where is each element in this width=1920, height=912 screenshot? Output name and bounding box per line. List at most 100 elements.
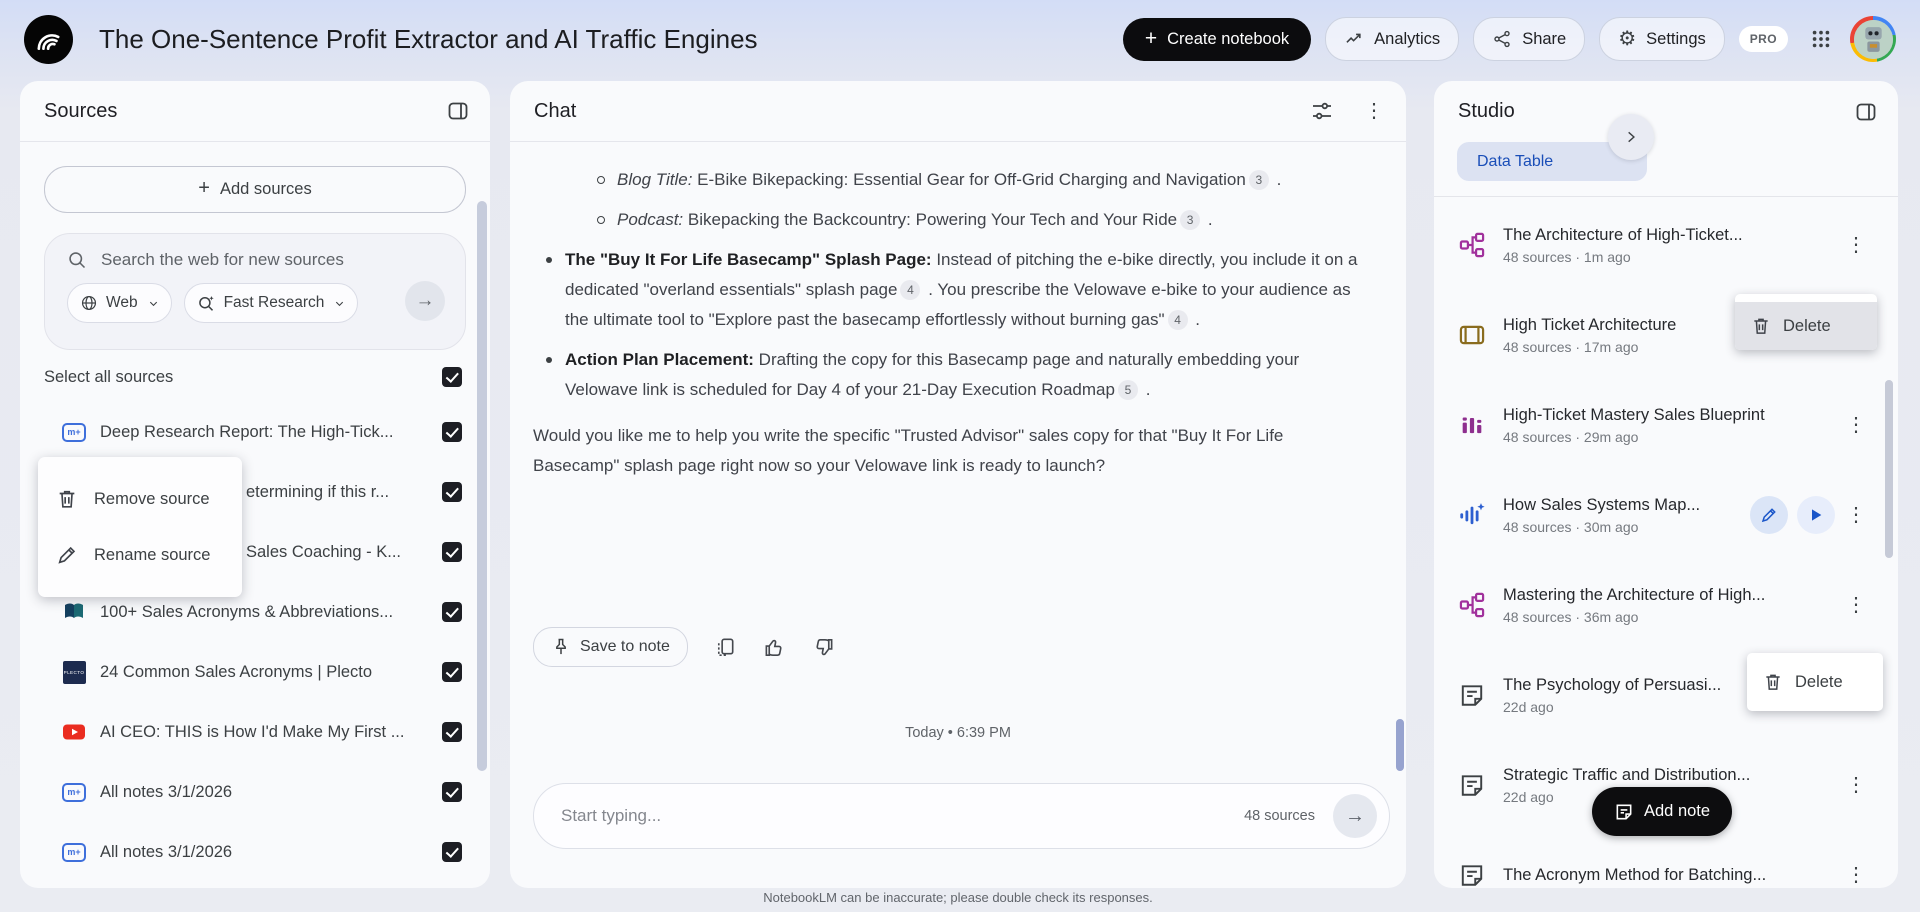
apps-grid-icon[interactable] bbox=[1810, 28, 1832, 50]
plus-icon: + bbox=[198, 177, 210, 200]
edit-artifact-button[interactable] bbox=[1750, 496, 1788, 534]
source-checkbox[interactable] bbox=[442, 602, 462, 622]
notebooklm-logo-icon[interactable] bbox=[24, 15, 73, 64]
studio-artifact-row[interactable]: High-Ticket Mastery Sales Blueprint48 so… bbox=[1434, 380, 1898, 470]
add-sources-button[interactable]: + Add sources bbox=[44, 166, 466, 213]
citation-badge[interactable]: 3 bbox=[1180, 210, 1200, 230]
studio-artifact-row[interactable]: Mastering the Architecture of High...48 … bbox=[1434, 560, 1898, 650]
delete-menu-item[interactable]: Delete bbox=[1735, 302, 1877, 350]
trash-icon bbox=[56, 488, 78, 510]
source-checkbox[interactable] bbox=[442, 722, 462, 742]
chat-panel-title: Chat bbox=[534, 100, 576, 123]
message-paragraph: Would you like me to help you write the … bbox=[533, 421, 1370, 481]
settings-button[interactable]: ⚙ Settings bbox=[1599, 17, 1725, 61]
pro-badge: PRO bbox=[1739, 26, 1788, 52]
source-list-item[interactable]: PLECTO 24 Common Sales Acronyms | Plecto bbox=[20, 642, 490, 702]
plus-icon: + bbox=[1145, 28, 1157, 49]
artifact-more-menu-icon[interactable]: ⋮ bbox=[1844, 235, 1868, 255]
sources-panel-title: Sources bbox=[44, 100, 117, 123]
web-chip-label: Web bbox=[106, 294, 138, 312]
search-input[interactable]: Search the web for new sources bbox=[45, 234, 465, 270]
web-source-dropdown[interactable]: Web bbox=[67, 283, 172, 323]
collapse-panel-icon[interactable] bbox=[446, 99, 470, 123]
artifact-text: How Sales Systems Map...48 sources · 30m… bbox=[1503, 496, 1742, 535]
scroll-chips-button[interactable] bbox=[1608, 114, 1654, 160]
chat-more-menu-icon[interactable]: ⋮ bbox=[1362, 101, 1386, 121]
artifact-title: High-Ticket Mastery Sales Blueprint bbox=[1503, 406, 1836, 425]
source-checkbox[interactable] bbox=[442, 542, 462, 562]
message-text: . bbox=[1203, 210, 1212, 229]
source-checkbox[interactable] bbox=[442, 422, 462, 442]
search-submit-button[interactable]: → bbox=[405, 281, 445, 321]
research-mode-dropdown[interactable]: Fast Research bbox=[184, 283, 359, 323]
artifact-more-menu-icon[interactable]: ⋮ bbox=[1844, 415, 1868, 435]
source-checkbox[interactable] bbox=[442, 782, 462, 802]
create-notebook-button[interactable]: + Create notebook bbox=[1123, 18, 1311, 61]
message-text: Action Plan Placement: bbox=[565, 350, 754, 369]
message-text: Bikepacking the Backcountry: Powering Yo… bbox=[683, 210, 1177, 229]
citation-badge[interactable]: 4 bbox=[900, 280, 920, 300]
source-list-item[interactable]: m+Deep Research Report: The High-Tick... bbox=[20, 402, 490, 462]
doc-artifact-icon bbox=[1457, 860, 1487, 888]
message-bullet: Blog Title: E-Bike Bikepacking: Essentia… bbox=[533, 165, 1370, 195]
sources-count: 48 sources bbox=[1244, 808, 1315, 824]
source-checkbox[interactable] bbox=[442, 842, 462, 862]
rename-source-menu-item[interactable]: Rename source bbox=[38, 527, 242, 583]
remove-source-menu-item[interactable]: Remove source bbox=[38, 471, 242, 527]
plecto-source-icon: PLECTO bbox=[62, 660, 86, 684]
source-list-item[interactable]: AI CEO: THIS is How I'd Make My First ..… bbox=[20, 702, 490, 762]
message-text: The "Buy It For Life Basecamp" Splash Pa… bbox=[565, 250, 932, 269]
select-all-row: Select all sources bbox=[44, 357, 462, 397]
share-button[interactable]: Share bbox=[1473, 17, 1585, 61]
analytics-button[interactable]: Analytics bbox=[1325, 17, 1459, 61]
source-title: 24 Common Sales Acronyms | Plecto bbox=[100, 663, 430, 682]
conversation-timestamp: Today • 6:39 PM bbox=[510, 725, 1406, 741]
studio-artifact-row[interactable]: How Sales Systems Map...48 sources · 30m… bbox=[1434, 470, 1898, 560]
artifact-more-menu-icon[interactable]: ⋮ bbox=[1844, 505, 1868, 525]
data-table-chip-label: Data Table bbox=[1477, 153, 1553, 171]
bars-artifact-icon bbox=[1457, 410, 1487, 440]
studio-scrollbar[interactable] bbox=[1885, 380, 1893, 558]
send-button[interactable]: → bbox=[1333, 794, 1377, 838]
play-artifact-button[interactable] bbox=[1797, 496, 1835, 534]
thumbs-up-icon[interactable] bbox=[763, 636, 786, 659]
citation-badge[interactable]: 3 bbox=[1249, 170, 1269, 190]
arrow-right-icon: → bbox=[1345, 805, 1365, 828]
sources-scrollbar[interactable] bbox=[477, 201, 487, 771]
source-title: All notes 3/1/2026 bbox=[100, 783, 430, 802]
copy-icon[interactable] bbox=[714, 636, 737, 659]
artifact-more-menu-icon[interactable]: ⋮ bbox=[1844, 865, 1868, 885]
settings-label: Settings bbox=[1646, 30, 1706, 49]
note-source-icon: m+ bbox=[62, 840, 86, 864]
message-text: Blog Title: bbox=[617, 170, 692, 189]
thumbs-down-icon[interactable] bbox=[812, 636, 835, 659]
message-text: . bbox=[1191, 310, 1200, 329]
citation-badge[interactable]: 4 bbox=[1168, 310, 1188, 330]
source-list-item[interactable]: m+All notes 3/1/2026 bbox=[20, 822, 490, 882]
artifact-title: The Architecture of High-Ticket... bbox=[1503, 226, 1836, 245]
source-checkbox[interactable] bbox=[442, 662, 462, 682]
delete-menu-item[interactable]: Delete bbox=[1747, 658, 1883, 706]
chat-scrollbar[interactable] bbox=[1396, 719, 1404, 771]
add-note-label: Add note bbox=[1644, 802, 1710, 821]
source-list-item[interactable]: m+All notes 3/1/2026 bbox=[20, 762, 490, 822]
message-text: . bbox=[1272, 170, 1281, 189]
select-all-checkbox[interactable] bbox=[442, 367, 462, 387]
add-note-button[interactable]: Add note bbox=[1592, 787, 1732, 836]
studio-artifact-row[interactable]: The Architecture of High-Ticket...48 sou… bbox=[1434, 200, 1898, 290]
artifact-more-menu-icon[interactable]: ⋮ bbox=[1844, 775, 1868, 795]
citation-badge[interactable]: 5 bbox=[1118, 380, 1138, 400]
chat-input[interactable]: Start typing... 48 sources → bbox=[533, 783, 1390, 849]
collapse-panel-icon[interactable] bbox=[1854, 100, 1878, 124]
source-checkbox[interactable] bbox=[442, 482, 462, 502]
user-avatar[interactable] bbox=[1850, 16, 1896, 62]
notebook-title[interactable]: The One-Sentence Profit Extractor and AI… bbox=[99, 24, 758, 55]
studio-artifact-row[interactable]: The Acronym Method for Batching...⋮ bbox=[1434, 830, 1898, 888]
source-title: etermining if this r... bbox=[246, 483, 430, 502]
chat-settings-icon[interactable] bbox=[1310, 99, 1334, 123]
youtube-source-icon bbox=[62, 720, 86, 744]
artifact-more-menu-icon[interactable]: ⋮ bbox=[1844, 595, 1868, 615]
save-to-note-button[interactable]: Save to note bbox=[533, 627, 688, 667]
delete-label: Delete bbox=[1783, 317, 1831, 336]
rename-source-label: Rename source bbox=[94, 546, 210, 565]
